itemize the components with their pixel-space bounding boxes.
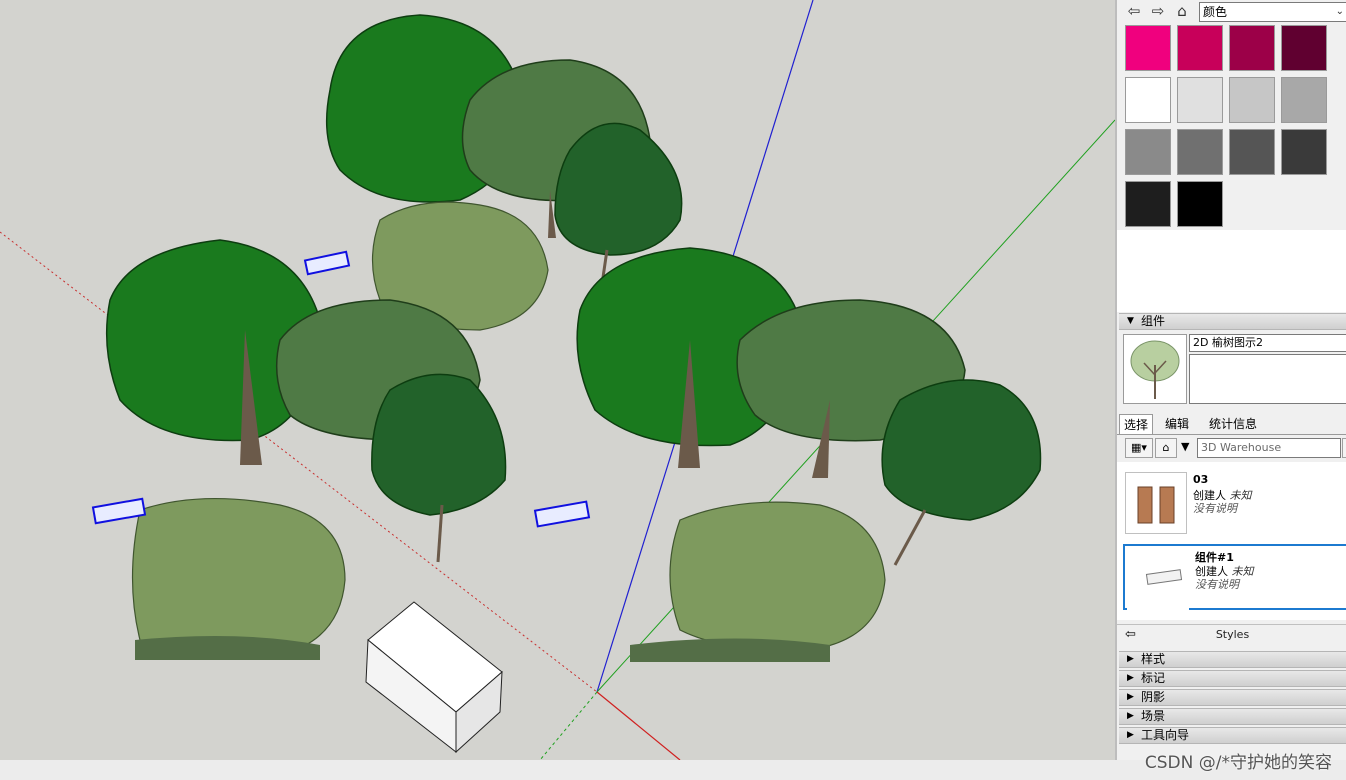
color-swatch[interactable] <box>1229 77 1275 123</box>
triangle-down-icon: ▼ <box>1127 316 1134 326</box>
section-label: 阴影 <box>1141 690 1166 704</box>
components-section-header[interactable]: ▼ 组件 <box>1119 313 1346 330</box>
chevron-down-icon: ⌄ <box>1335 6 1344 17</box>
color-swatch[interactable] <box>1229 25 1275 71</box>
section-label: 工具向导 <box>1141 728 1190 742</box>
styles-label: Styles <box>1215 628 1250 641</box>
red-axis <box>596 691 681 760</box>
color-swatch[interactable] <box>1177 77 1223 123</box>
list-item[interactable]: 03 创建人 未知 没有说明 <box>1123 470 1346 536</box>
color-swatch[interactable] <box>1125 129 1171 175</box>
section-tags[interactable]: ▶ 标记 <box>1119 670 1346 687</box>
styles-row: ⇦ Styles <box>1117 624 1346 647</box>
color-swatch[interactable] <box>1281 129 1327 175</box>
section-label: 样式 <box>1141 652 1166 666</box>
item-description: 没有说明 <box>1195 578 1239 591</box>
tree-group-right <box>576 247 1042 662</box>
item-thumbnail <box>1127 548 1189 610</box>
selected-component-2 <box>91 497 147 525</box>
color-swatch[interactable] <box>1177 25 1223 71</box>
search-button[interactable] <box>1342 438 1346 458</box>
tab-select[interactable]: 选择 <box>1119 414 1154 434</box>
color-swatch[interactable] <box>1281 25 1327 71</box>
home-button[interactable]: ⌂ <box>1155 438 1177 458</box>
section-label: 标记 <box>1141 671 1166 685</box>
triangle-right-icon: ▶ <box>1127 711 1134 721</box>
components-toolbar: ▦▾ ⌂ ▼ 3D Warehouse <box>1117 436 1346 460</box>
color-swatch[interactable] <box>1125 181 1171 227</box>
white-box <box>365 601 503 754</box>
component-thumbnail <box>1123 334 1187 404</box>
warehouse-search-input[interactable]: 3D Warehouse <box>1197 438 1341 458</box>
triangle-right-icon: ▶ <box>1127 654 1134 664</box>
model-viewport[interactable] <box>0 0 1115 760</box>
home-icon[interactable]: ⌂ <box>1173 2 1191 20</box>
materials-empty-area <box>1117 230 1346 312</box>
view-options-button[interactable]: ▦▾ <box>1125 438 1153 458</box>
component-description-field[interactable] <box>1189 354 1346 404</box>
materials-toolbar: ⇦ ⇨ ⌂ 颜色 ⌄ <box>1117 0 1346 24</box>
item-thumbnail <box>1125 472 1187 534</box>
color-swatch[interactable] <box>1229 129 1275 175</box>
section-label: 场景 <box>1141 709 1166 723</box>
color-swatch[interactable] <box>1125 25 1171 71</box>
color-swatch[interactable] <box>1177 181 1223 227</box>
components-tabs: 选择 编辑 统计信息 <box>1117 412 1346 435</box>
green-axis-dashed <box>539 691 598 760</box>
item-title: 03 <box>1193 473 1209 486</box>
chevron-down-icon[interactable]: ▼ <box>1181 440 1189 453</box>
triangle-right-icon: ▶ <box>1127 673 1134 683</box>
home-icon: ⌂ <box>1162 441 1170 454</box>
tab-edit[interactable]: 编辑 <box>1161 414 1193 434</box>
section-scenes[interactable]: ▶ 场景 <box>1119 708 1346 725</box>
components-section-label: 组件 <box>1141 314 1166 328</box>
color-swatch[interactable] <box>1177 129 1223 175</box>
list-item-selected[interactable]: 组件#1 创建人 未知 没有说明 <box>1123 544 1346 610</box>
item-description: 没有说明 <box>1193 502 1237 515</box>
grid-view-icon: ▦▾ <box>1131 441 1147 454</box>
tab-statistics[interactable]: 统计信息 <box>1205 414 1261 434</box>
component-list: 03 创建人 未知 没有说明 组件#1 创建人 未知 没有说明 <box>1117 462 1346 620</box>
forward-arrow-icon[interactable]: ⇨ <box>1149 2 1167 20</box>
materials-dropdown-value: 颜色 <box>1203 5 1228 19</box>
selected-component-3 <box>533 500 591 528</box>
component-name-field[interactable]: 2D 榆树图示2 <box>1189 334 1346 352</box>
selected-component-1 <box>303 250 351 276</box>
section-instructor[interactable]: ▶ 工具向导 <box>1119 727 1346 744</box>
default-tray: ⇦ ⇨ ⌂ 颜色 ⌄ ▼ 组件 2D 榆树图示2 选择 编辑 统计信息 ▦▾ ⌂… <box>1115 0 1346 760</box>
color-swatch[interactable] <box>1125 77 1171 123</box>
color-swatch[interactable] <box>1281 77 1327 123</box>
back-arrow-icon[interactable]: ⇦ <box>1125 2 1143 20</box>
section-shadows[interactable]: ▶ 阴影 <box>1119 689 1346 706</box>
section-styles[interactable]: ▶ 样式 <box>1119 651 1346 668</box>
materials-dropdown[interactable]: 颜色 ⌄ <box>1199 2 1346 22</box>
scene-canvas[interactable] <box>0 0 1115 760</box>
triangle-right-icon: ▶ <box>1127 730 1134 740</box>
triangle-right-icon: ▶ <box>1127 692 1134 702</box>
watermark: CSDN @/*守护她的笑容 <box>1144 753 1332 773</box>
